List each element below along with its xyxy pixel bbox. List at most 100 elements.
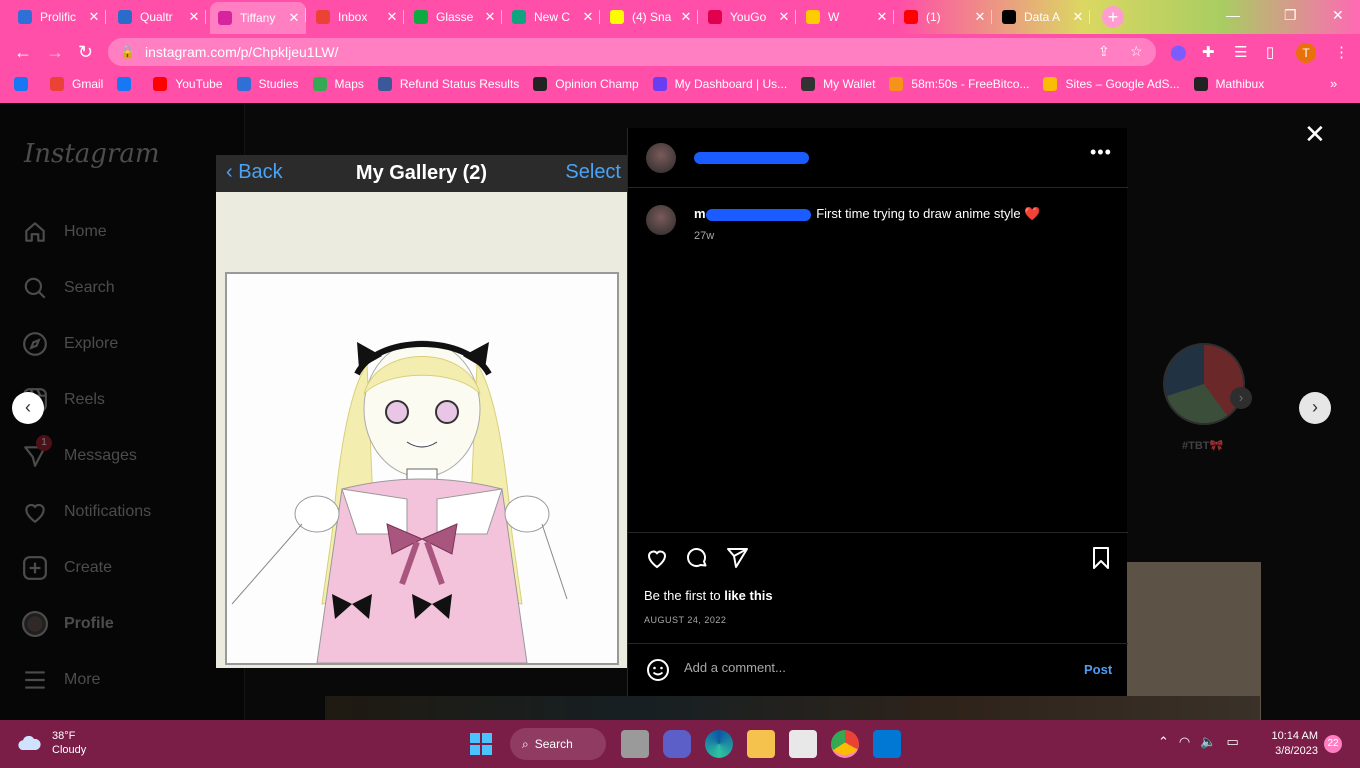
media-queue-icon[interactable]: ☰ [1234, 43, 1247, 61]
bookmark-item[interactable]: Gmail [50, 77, 103, 91]
emoji-icon[interactable] [646, 658, 670, 682]
menu-kebab-icon[interactable]: ⋮ [1334, 43, 1349, 61]
weather-condition: Cloudy [52, 744, 87, 756]
tab-close-icon[interactable]: ✕ [678, 9, 694, 25]
minimize-icon[interactable]: — [1226, 7, 1240, 23]
more-bookmarks-icon[interactable]: » [1330, 76, 1337, 91]
browser-tab[interactable]: (4) Sna ✕ [602, 4, 698, 30]
drawing-paper [225, 272, 619, 665]
chevron-up-icon[interactable]: ⌃ [1158, 734, 1169, 750]
bookmark-label: Opinion Champ [555, 77, 639, 91]
like-heart-icon[interactable] [644, 546, 670, 570]
browser-tab[interactable]: Data A ✕ [994, 4, 1090, 30]
bookmark-item[interactable]: Mathibux [1193, 77, 1264, 91]
tab-close-icon[interactable]: ✕ [580, 9, 596, 25]
tab-title: Qualtr [140, 10, 173, 24]
bookmark-item[interactable] [14, 77, 36, 91]
browser-tab[interactable]: Inbox ✕ [308, 4, 404, 30]
tab-close-icon[interactable]: ✕ [86, 9, 102, 25]
post-image[interactable]: ‹ Back My Gallery (2) Select [216, 155, 627, 668]
tab-close-icon[interactable]: ✕ [874, 9, 890, 25]
system-tray: ⌃ ◠ 🔈 ▭ [1158, 734, 1249, 750]
like-this-link[interactable]: like this [724, 588, 772, 603]
tab-close-icon[interactable]: ✕ [972, 9, 988, 25]
edge-icon[interactable] [705, 730, 733, 758]
close-modal-icon[interactable]: ✕ [1304, 119, 1326, 150]
bookmark-item[interactable]: YouTube [153, 77, 223, 91]
volume-icon[interactable]: 🔈 [1200, 734, 1216, 750]
forward-arrow-icon[interactable]: → [46, 42, 64, 63]
microsoft-store-icon[interactable] [789, 730, 817, 758]
close-window-icon[interactable]: ✕ [1332, 7, 1344, 24]
profile-avatar-button[interactable]: T [1296, 43, 1316, 63]
browser-tab[interactable]: New C ✕ [504, 4, 600, 30]
battery-icon[interactable]: ▭ [1226, 734, 1238, 750]
next-post-icon[interactable]: › [1299, 392, 1331, 424]
bookmark-item[interactable] [117, 77, 139, 91]
more-options-icon[interactable]: ••• [1090, 142, 1112, 163]
windows-start-icon[interactable] [467, 730, 495, 758]
chrome-icon[interactable] [831, 730, 859, 758]
browser-tab[interactable]: Prolific ✕ [10, 4, 106, 30]
comment-input[interactable] [684, 660, 1054, 675]
teams-chat-icon[interactable] [663, 730, 691, 758]
previous-post-icon[interactable]: ‹ [12, 392, 44, 424]
url-text[interactable]: instagram.com/p/Chpkljeu1LW/ [145, 44, 338, 60]
maximize-icon[interactable]: ❐ [1284, 7, 1297, 24]
notification-badge[interactable]: 22 [1324, 735, 1342, 753]
wifi-icon[interactable]: ◠ [1179, 734, 1190, 750]
caption-username[interactable]: m [694, 206, 706, 221]
side-panel-icon[interactable]: ▯ [1266, 43, 1274, 61]
task-view-icon[interactable] [621, 730, 649, 758]
lock-icon[interactable]: 🔒 [120, 45, 135, 59]
author-avatar[interactable] [646, 143, 676, 173]
tab-close-icon[interactable]: ✕ [482, 9, 498, 25]
bookmark-item[interactable]: Sites – Google AdS... [1043, 77, 1180, 91]
browser-tab[interactable]: Glasse ✕ [406, 4, 502, 30]
browser-tab[interactable]: YouGo ✕ [700, 4, 796, 30]
vscode-icon[interactable] [873, 730, 901, 758]
tab-close-icon[interactable]: ✕ [186, 9, 202, 25]
new-tab-button[interactable]: + [1102, 6, 1124, 28]
bookmark-item[interactable]: Maps [312, 77, 364, 91]
tab-favicon [316, 10, 330, 24]
caption-avatar[interactable] [646, 205, 676, 235]
clock-time: 10:14 AM [1271, 730, 1318, 742]
bookmark-star-icon[interactable]: ☆ [1130, 43, 1143, 60]
bookmark-item[interactable]: Refund Status Results [377, 77, 519, 91]
share-icon[interactable]: ⇪ [1098, 43, 1110, 60]
puzzle-extensions-icon[interactable]: ✚ [1202, 43, 1215, 61]
comment-icon[interactable] [684, 546, 710, 570]
redacted-caption-username [705, 208, 811, 221]
tab-title: Inbox [338, 10, 368, 24]
back-arrow-icon[interactable]: ← [14, 42, 32, 63]
bookmark-item[interactable]: My Wallet [801, 77, 875, 91]
browser-tab[interactable]: Qualtr ✕ [110, 4, 206, 30]
post-date[interactable]: AUGUST 24, 2022 [644, 615, 726, 625]
tab-separator [697, 10, 698, 24]
omnibox[interactable]: 🔒 instagram.com/p/Chpkljeu1LW/ ⇪ ☆ [108, 38, 1156, 66]
file-explorer-icon[interactable] [747, 730, 775, 758]
extension-icon[interactable]: ⬤ [1170, 43, 1187, 61]
bookmark-item[interactable]: Studies [236, 77, 299, 91]
browser-tab[interactable]: W ✕ [798, 4, 894, 30]
post-comment-button[interactable]: Post [1084, 662, 1112, 677]
tab-close-icon[interactable]: ✕ [1070, 9, 1086, 25]
bookmark-item[interactable]: 58m:50s - FreeBitco... [889, 77, 1029, 91]
browser-tab[interactable]: (1) ✕ [896, 4, 992, 30]
taskbar-search[interactable]: ⌕ Search [510, 728, 606, 760]
tab-close-icon[interactable]: ✕ [286, 10, 302, 26]
reload-icon[interactable]: ↻ [78, 42, 93, 63]
tab-separator [795, 10, 796, 24]
tab-title: W [828, 10, 840, 24]
clock[interactable]: 10:14 AM 3/8/2023 [1268, 729, 1318, 759]
save-bookmark-icon[interactable] [1090, 546, 1112, 570]
tab-close-icon[interactable]: ✕ [776, 9, 792, 25]
tab-close-icon[interactable]: ✕ [384, 9, 400, 25]
tab-favicon [118, 10, 132, 24]
browser-tab[interactable]: Tiffany ✕ [210, 2, 306, 34]
weather-widget[interactable]: 38°F Cloudy [16, 729, 86, 757]
bookmark-item[interactable]: Opinion Champ [533, 77, 639, 91]
bookmark-item[interactable]: My Dashboard | Us... [652, 77, 787, 91]
share-paper-plane-icon[interactable] [724, 546, 750, 570]
